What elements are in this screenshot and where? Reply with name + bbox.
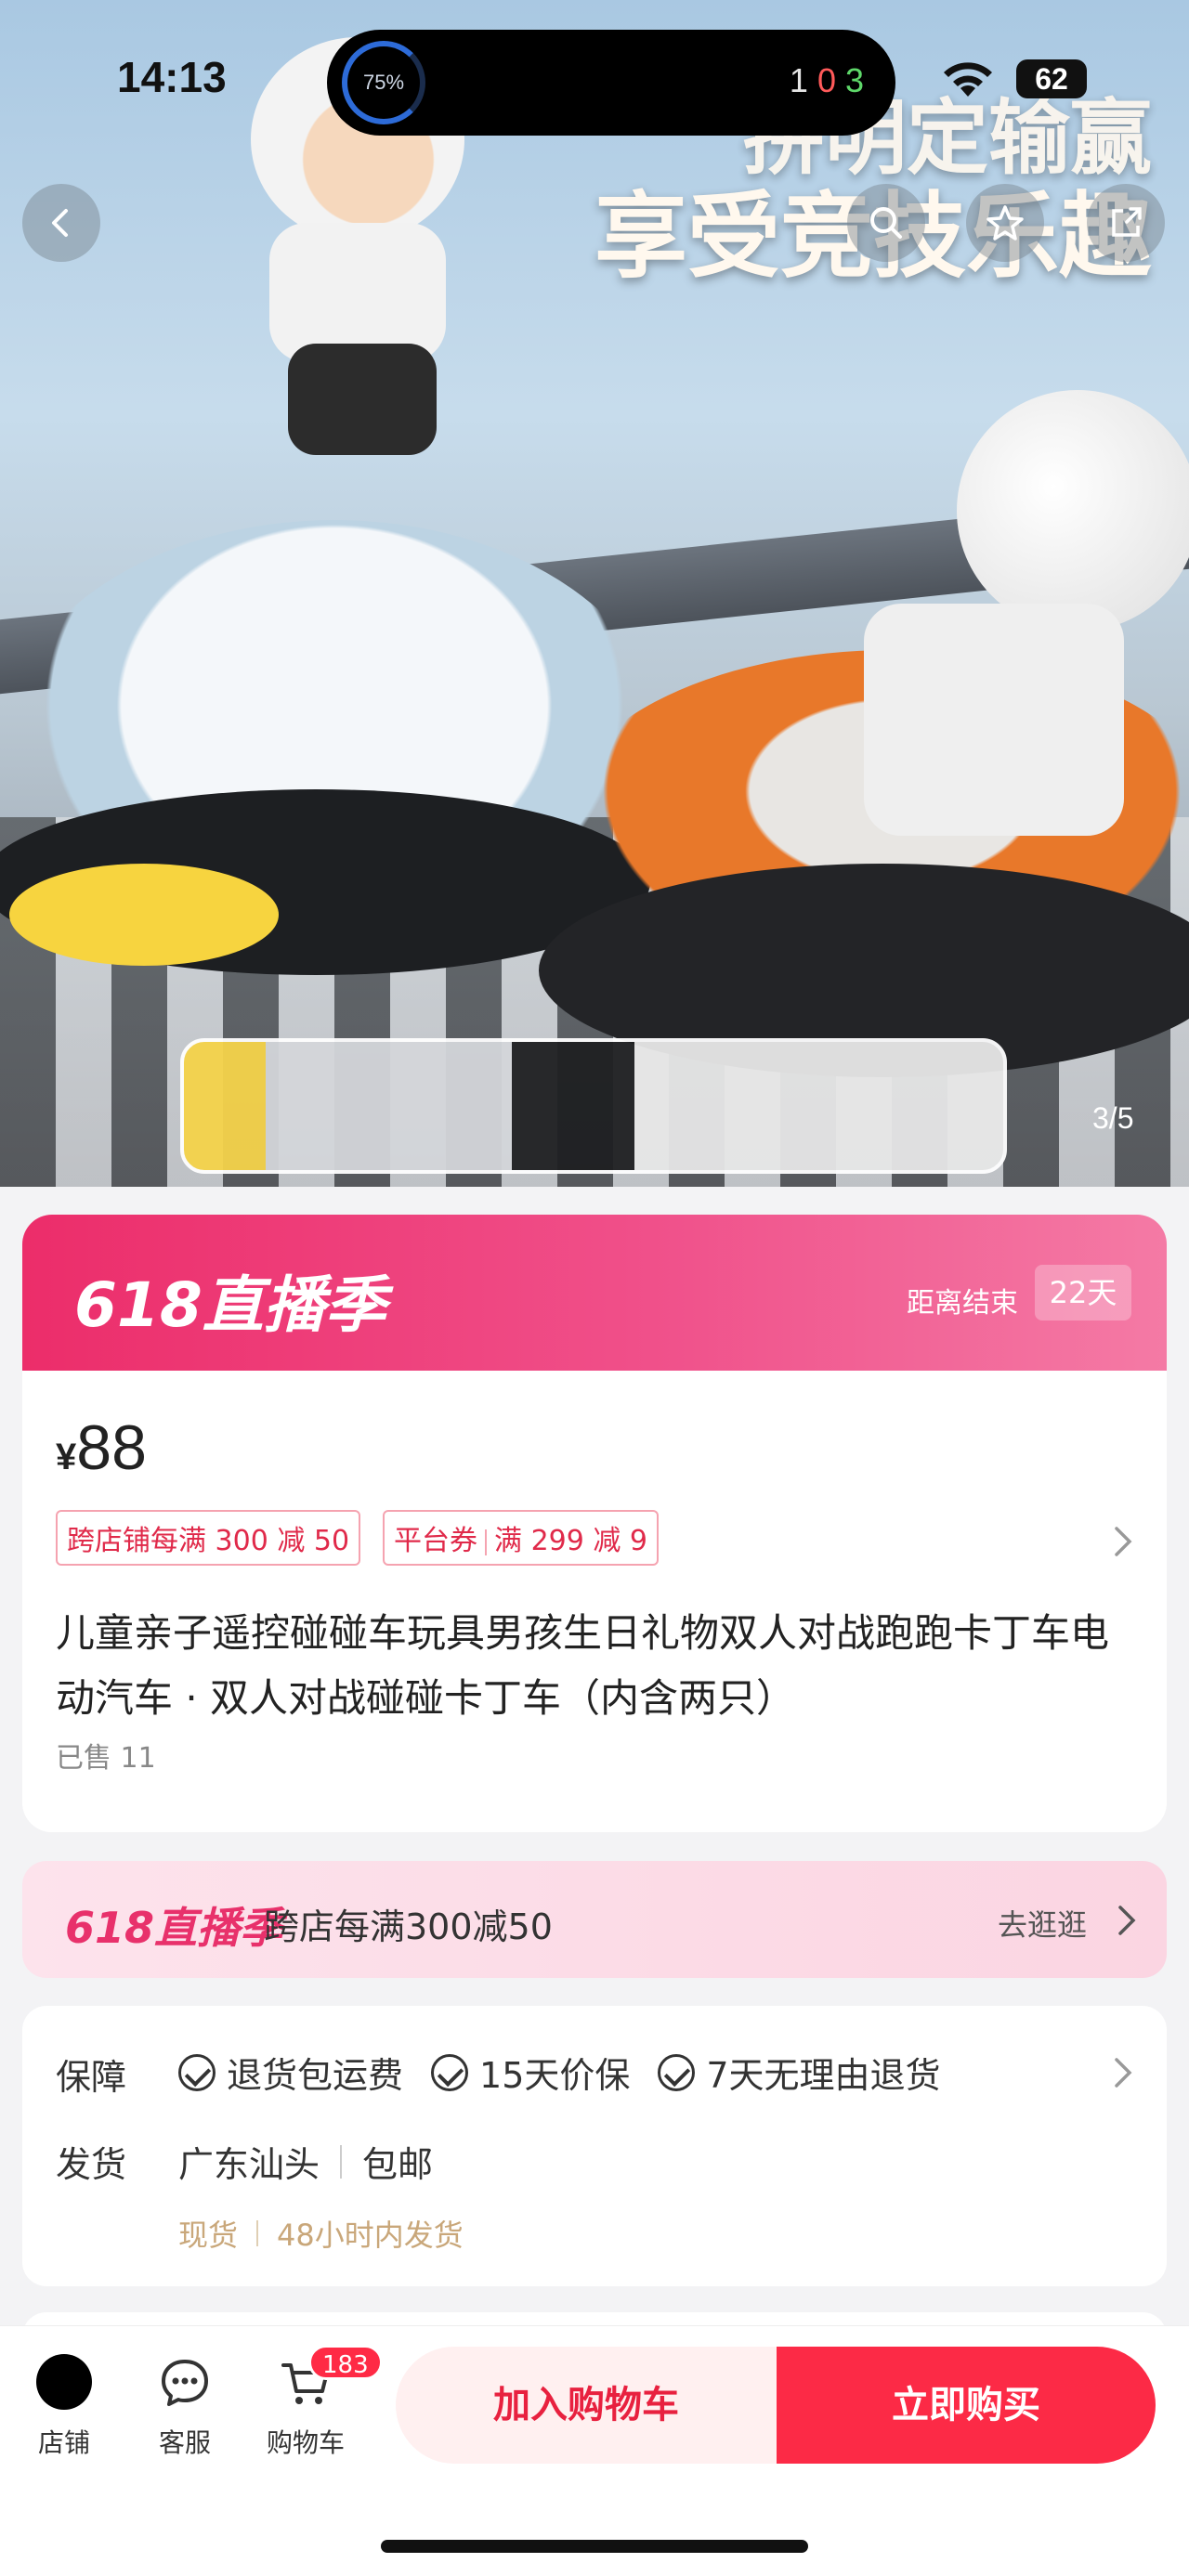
add-to-cart-button[interactable]: 加入购物车 (396, 2347, 777, 2464)
customer-service-label: 客服 (158, 2427, 211, 2458)
sold-count: 已售 11 (56, 1742, 156, 1775)
store-tab-label: 店铺 (37, 2427, 90, 2458)
price-card: 618直播季 距离结束 22天 ¥88 跨店铺每满 300 减 50 平台券满 … (22, 1215, 1167, 1832)
countdown-label: 距离结束 (907, 1287, 1018, 1320)
store-tab[interactable]: 店铺 (13, 2354, 115, 2460)
coupon-cross-store[interactable]: 跨店铺每满 300 减 50 (56, 1510, 361, 1566)
stock-status: 现货 (178, 2218, 239, 2253)
search-icon (870, 207, 902, 239)
progress-ring-icon: 75% (342, 41, 425, 124)
home-indicator[interactable] (381, 2540, 808, 2553)
dispatch-time: 48小时内发货 (277, 2218, 464, 2253)
bottom-action-bar: 店铺 客服 购物车 183 加入购物车 立即购买 (0, 2325, 1189, 2576)
store-avatar (36, 2354, 92, 2410)
price: ¥88 (56, 1412, 147, 1483)
guarantee-item: 7天无理由退货 (658, 2047, 941, 2098)
shipping-detail: 现货 48小时内发货 (178, 2212, 464, 2255)
cart-count-badge: 183 (308, 2345, 383, 2380)
guarantee-item: 退货包运费 (178, 2047, 403, 2098)
campaign-band: 618直播季 距离结束 22天 (22, 1215, 1167, 1371)
shipping-label: 发货 (56, 2144, 127, 2185)
wifi-icon (944, 62, 992, 97)
coupon-platform[interactable]: 平台券满 299 减 9 (383, 1510, 660, 1566)
guarantee-item: 15天价保 (431, 2047, 630, 2098)
chevron-left-icon (52, 209, 68, 237)
product-image-gallery[interactable]: 拼明定输赢 享受竞技乐趣 3/5 (0, 0, 1189, 1187)
campaign-banner-logo: 618直播季 (65, 1903, 283, 1953)
price-section: ¥88 跨店铺每满 300 减 50 平台券满 299 减 9 儿童亲子遥控碰碰… (22, 1371, 1167, 1832)
guarantee-label: 保障 (56, 2057, 127, 2098)
service-card[interactable]: 保障 退货包运费 15天价保 7天无理由退货 发货 广东汕头 包邮 现货 48小… (22, 2006, 1167, 2286)
favorite-button[interactable] (966, 184, 1044, 262)
shipping-fee: 包邮 (362, 2144, 434, 2185)
buy-now-button[interactable]: 立即购买 (777, 2347, 1156, 2464)
chevron-right-icon[interactable] (1107, 2054, 1137, 2091)
countdown-days: 22天 (1035, 1265, 1131, 1321)
check-circle-icon (178, 2053, 216, 2091)
campaign-banner[interactable]: 618直播季 跨店每满300减50 去逛逛 (22, 1861, 1167, 1978)
image-pager: 3/5 (1092, 1101, 1134, 1135)
island-counters: 103 (789, 61, 873, 99)
back-button[interactable] (22, 184, 100, 262)
astronaut-body (864, 604, 1124, 836)
chevron-right-icon[interactable] (1107, 1523, 1137, 1560)
battery-indicator: 62 (1016, 59, 1087, 98)
shipping-info: 广东汕头 包邮 (178, 2136, 433, 2187)
coupon-list[interactable]: 跨店铺每满 300 减 50 平台券满 299 减 9 (56, 1510, 660, 1566)
status-time: 14:13 (117, 53, 227, 101)
chevron-right-icon (1118, 1906, 1136, 1935)
campaign-banner-action[interactable]: 去逛逛 (998, 1902, 1087, 1945)
chat-bubble-icon (162, 2360, 208, 2406)
campaign-logo: 618直播季 (74, 1269, 386, 1341)
astronaut-helmet (957, 390, 1189, 631)
search-button[interactable] (847, 184, 925, 262)
star-icon (986, 205, 1024, 241)
cart-tab-label: 购物车 (266, 2427, 345, 2458)
dynamic-island: 75% 103 (327, 30, 895, 136)
check-circle-icon (658, 2053, 696, 2091)
share-icon (1112, 207, 1142, 237)
guarantee-list[interactable]: 退货包运费 15天价保 7天无理由退货 (178, 2047, 941, 2098)
image-zoom-preview[interactable] (180, 1038, 1007, 1174)
check-circle-icon (431, 2053, 469, 2091)
campaign-banner-text: 跨店每满300减50 (264, 1906, 553, 1947)
bumper-car-light (9, 864, 279, 966)
share-button[interactable] (1087, 184, 1165, 262)
product-title: 儿童亲子遥控碰碰车玩具男孩生日礼物双人对战跑跑卡丁车电动汽车 · 双人对战碰碰卡… (56, 1610, 1110, 1721)
customer-service-tab[interactable]: 客服 (134, 2354, 236, 2460)
shipping-origin: 广东汕头 (178, 2144, 320, 2185)
